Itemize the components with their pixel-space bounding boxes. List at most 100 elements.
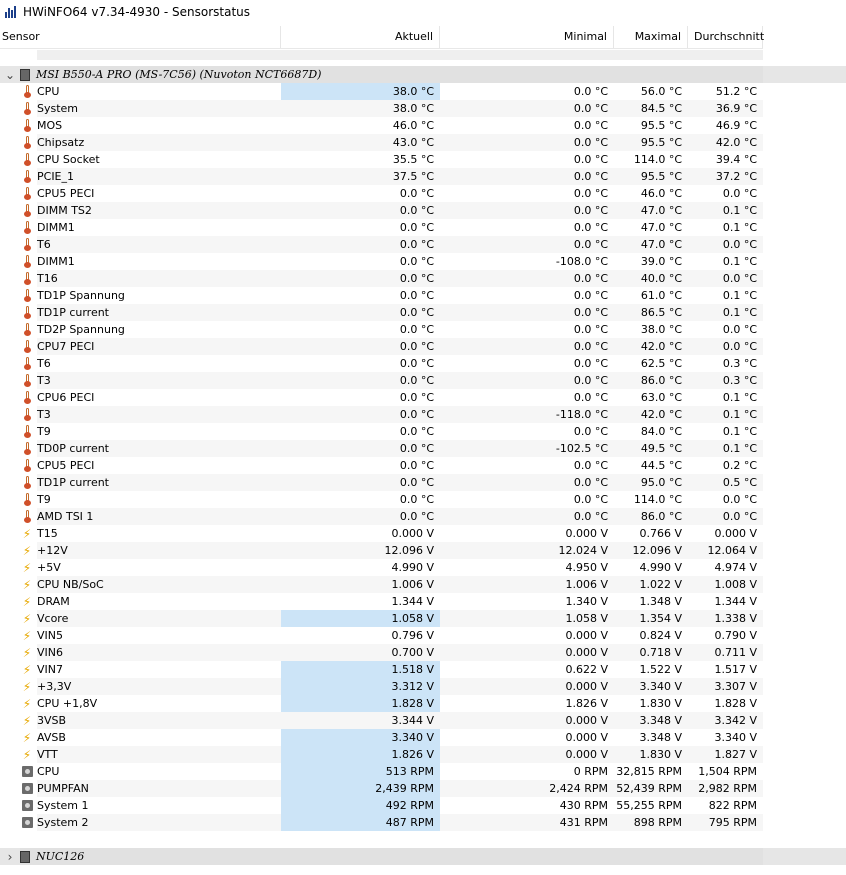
maximum-value: 55,255 RPM: [616, 799, 682, 812]
sensor-row[interactable]: ⚡ VIN5 0.796 V 0.000 V 0.824 V 0.790 V: [0, 627, 846, 644]
sensor-row[interactable]: ⚡ VIN6 0.700 V 0.000 V 0.718 V 0.711 V: [0, 644, 846, 661]
group-header-mainboard[interactable]: ⌄ MSI B550-A PRO (MS-7C56) (Nuvoton NCT6…: [0, 66, 846, 83]
column-header-average[interactable]: Durchschnitt: [688, 26, 764, 48]
sensor-row[interactable]: ⚡ AVSB 3.340 V 0.000 V 3.348 V 3.340 V: [0, 729, 846, 746]
sensor-row[interactable]: ⚡ CPU NB/SoC 1.006 V 1.006 V 1.022 V 1.008 V: [0, 576, 846, 593]
sensor-row[interactable]: T6 0.0 °C 0.0 °C 47.0 °C 0.0 °C: [0, 236, 846, 253]
average-value: 3.342 V: [714, 714, 757, 727]
row-indent: [0, 542, 20, 559]
sensor-row[interactable]: T16 0.0 °C 0.0 °C 40.0 °C 0.0 °C: [0, 270, 846, 287]
current-value: 38.0 °C: [281, 83, 440, 100]
current-value: 0.0 °C: [399, 323, 434, 336]
minimum-value: 2,424 RPM: [549, 782, 608, 795]
sensor-row[interactable]: T6 0.0 °C 0.0 °C 62.5 °C 0.3 °C: [0, 355, 846, 372]
sensor-row[interactable]: CPU7 PECI 0.0 °C 0.0 °C 42.0 °C 0.0 °C: [0, 338, 846, 355]
sensor-row[interactable]: PCIE_1 37.5 °C 0.0 °C 95.5 °C 37.2 °C: [0, 168, 846, 185]
sensor-row[interactable]: T3 0.0 °C 0.0 °C 86.0 °C 0.3 °C: [0, 372, 846, 389]
sensor-name: TD2P Spannung: [37, 323, 125, 336]
thermometer-icon: [20, 170, 34, 184]
sensor-row[interactable]: TD2P Spannung 0.0 °C 0.0 °C 38.0 °C 0.0 °C: [0, 321, 846, 338]
sensor-name: AMD TSI 1: [37, 510, 94, 523]
current-value: 0.0 °C: [399, 476, 434, 489]
column-header-current[interactable]: Aktuell: [281, 26, 440, 48]
maximum-value: 44.5 °C: [640, 459, 682, 472]
sensor-row[interactable]: MOS 46.0 °C 0.0 °C 95.5 °C 46.9 °C: [0, 117, 846, 134]
maximum-value: 38.0 °C: [640, 323, 682, 336]
sensor-name: CPU5 PECI: [37, 187, 95, 200]
sensor-row[interactable]: PUMPFAN 2,439 RPM 2,424 RPM 52,439 RPM 2,982…: [0, 780, 846, 797]
minimum-value: 0.0 °C: [573, 510, 608, 523]
row-indent: [0, 117, 20, 134]
sensor-row[interactable]: System 2 487 RPM 431 RPM 898 RPM 795 RPM: [0, 814, 846, 831]
maximum-value: 1.522 V: [639, 663, 682, 676]
row-indent: [0, 508, 20, 525]
sensor-row[interactable]: ⚡ CPU +1,8V 1.828 V 1.826 V 1.830 V 1.828 V: [0, 695, 846, 712]
maximum-value: 0.824 V: [639, 629, 682, 642]
average-value: 0.1 °C: [722, 204, 757, 217]
sensor-row[interactable]: System 1 492 RPM 430 RPM 55,255 RPM 822 RPM: [0, 797, 846, 814]
sensor-row[interactable]: AMD TSI 1 0.0 °C 0.0 °C 86.0 °C 0.0 °C: [0, 508, 846, 525]
sensor-list: ⌄ MSI B550-A PRO (MS-7C56) (Nuvoton NCT6…: [0, 66, 846, 865]
maximum-value: 1.348 V: [639, 595, 682, 608]
row-indent: [0, 389, 20, 406]
column-header-minimum[interactable]: Minimal: [440, 26, 614, 48]
current-value: 46.0 °C: [392, 119, 434, 132]
sensor-row[interactable]: ⚡ +12V 12.096 V 12.024 V 12.096 V 12.064 V: [0, 542, 846, 559]
sensor-row[interactable]: TD0P current 0.0 °C -102.5 °C 49.5 °C 0.1 °C: [0, 440, 846, 457]
column-header-maximum[interactable]: Maximal: [614, 26, 688, 48]
sensor-row[interactable]: ⚡ DRAM 1.344 V 1.340 V 1.348 V 1.344 V: [0, 593, 846, 610]
thermometer-icon: [20, 425, 34, 439]
average-value: 0.0 °C: [722, 238, 757, 251]
maximum-value: 84.5 °C: [640, 102, 682, 115]
sensor-row[interactable]: ⚡ T15 0.000 V 0.000 V 0.766 V 0.000 V: [0, 525, 846, 542]
sensor-row[interactable]: CPU 513 RPM 0 RPM 32,815 RPM 1,504 RPM: [0, 763, 846, 780]
sensor-row[interactable]: CPU5 PECI 0.0 °C 0.0 °C 46.0 °C 0.0 °C: [0, 185, 846, 202]
sensor-row[interactable]: T9 0.0 °C 0.0 °C 114.0 °C 0.0 °C: [0, 491, 846, 508]
current-value: 0.0 °C: [399, 357, 434, 370]
current-value: 3.340 V: [281, 729, 440, 746]
sensor-row[interactable]: System 38.0 °C 0.0 °C 84.5 °C 36.9 °C: [0, 100, 846, 117]
sensor-row[interactable]: ⚡ +3,3V 3.312 V 0.000 V 3.340 V 3.307 V: [0, 678, 846, 695]
chevron-right-icon[interactable]: ›: [0, 850, 20, 864]
chip-icon: [20, 850, 30, 863]
sensor-row[interactable]: DIMM1 0.0 °C -108.0 °C 39.0 °C 0.1 °C: [0, 253, 846, 270]
average-value: 51.2 °C: [715, 85, 757, 98]
current-value: 0.0 °C: [399, 340, 434, 353]
sensor-name: TD0P current: [37, 442, 109, 455]
sensor-row[interactable]: CPU6 PECI 0.0 °C 0.0 °C 63.0 °C 0.1 °C: [0, 389, 846, 406]
sensor-row[interactable]: DIMM TS2 0.0 °C 0.0 °C 47.0 °C 0.1 °C: [0, 202, 846, 219]
sensor-name: System 1: [37, 799, 89, 812]
sensor-row[interactable]: DIMM1 0.0 °C 0.0 °C 47.0 °C 0.1 °C: [0, 219, 846, 236]
sensor-row[interactable]: T9 0.0 °C 0.0 °C 84.0 °C 0.1 °C: [0, 423, 846, 440]
sensor-row[interactable]: CPU 38.0 °C 0.0 °C 56.0 °C 51.2 °C: [0, 83, 846, 100]
group-header-nuc126[interactable]: › NUC126: [0, 848, 846, 865]
column-header-sensor[interactable]: Sensor: [0, 26, 281, 48]
average-value: 0.3 °C: [722, 374, 757, 387]
sensor-name: 3VSB: [37, 714, 67, 727]
thermometer-icon: [20, 153, 34, 167]
thermometer-icon: [20, 476, 34, 490]
thermometer-icon: [20, 459, 34, 473]
sensor-row[interactable]: CPU5 PECI 0.0 °C 0.0 °C 44.5 °C 0.2 °C: [0, 457, 846, 474]
current-value: 487 RPM: [281, 814, 440, 831]
sensor-row[interactable]: Chipsatz 43.0 °C 0.0 °C 95.5 °C 42.0 °C: [0, 134, 846, 151]
minimum-value: 0.000 V: [565, 714, 608, 727]
chevron-down-icon[interactable]: ⌄: [0, 68, 20, 82]
maximum-value: 1.354 V: [639, 612, 682, 625]
minimum-value: 0.0 °C: [573, 153, 608, 166]
sensor-row[interactable]: ⚡ +5V 4.990 V 4.950 V 4.990 V 4.974 V: [0, 559, 846, 576]
sensor-name: CPU7 PECI: [37, 340, 95, 353]
sensor-row[interactable]: TD1P current 0.0 °C 0.0 °C 95.0 °C 0.5 °C: [0, 474, 846, 491]
current-value: 0.0 °C: [399, 459, 434, 472]
maximum-value: 95.5 °C: [640, 170, 682, 183]
sensor-row[interactable]: T3 0.0 °C -118.0 °C 42.0 °C 0.1 °C: [0, 406, 846, 423]
current-value: 0.0 °C: [399, 442, 434, 455]
sensor-row[interactable]: TD1P Spannung 0.0 °C 0.0 °C 61.0 °C 0.1 °C: [0, 287, 846, 304]
sensor-row[interactable]: CPU Socket 35.5 °C 0.0 °C 114.0 °C 39.4 °C: [0, 151, 846, 168]
sensor-row[interactable]: ⚡ VTT 1.826 V 0.000 V 1.830 V 1.827 V: [0, 746, 846, 763]
sensor-row[interactable]: ⚡ Vcore 1.058 V 1.058 V 1.354 V 1.338 V: [0, 610, 846, 627]
row-indent: [0, 372, 20, 389]
sensor-row[interactable]: ⚡ VIN7 1.518 V 0.622 V 1.522 V 1.517 V: [0, 661, 846, 678]
sensor-row[interactable]: ⚡ 3VSB 3.344 V 0.000 V 3.348 V 3.342 V: [0, 712, 846, 729]
sensor-row[interactable]: TD1P current 0.0 °C 0.0 °C 86.5 °C 0.1 °C: [0, 304, 846, 321]
